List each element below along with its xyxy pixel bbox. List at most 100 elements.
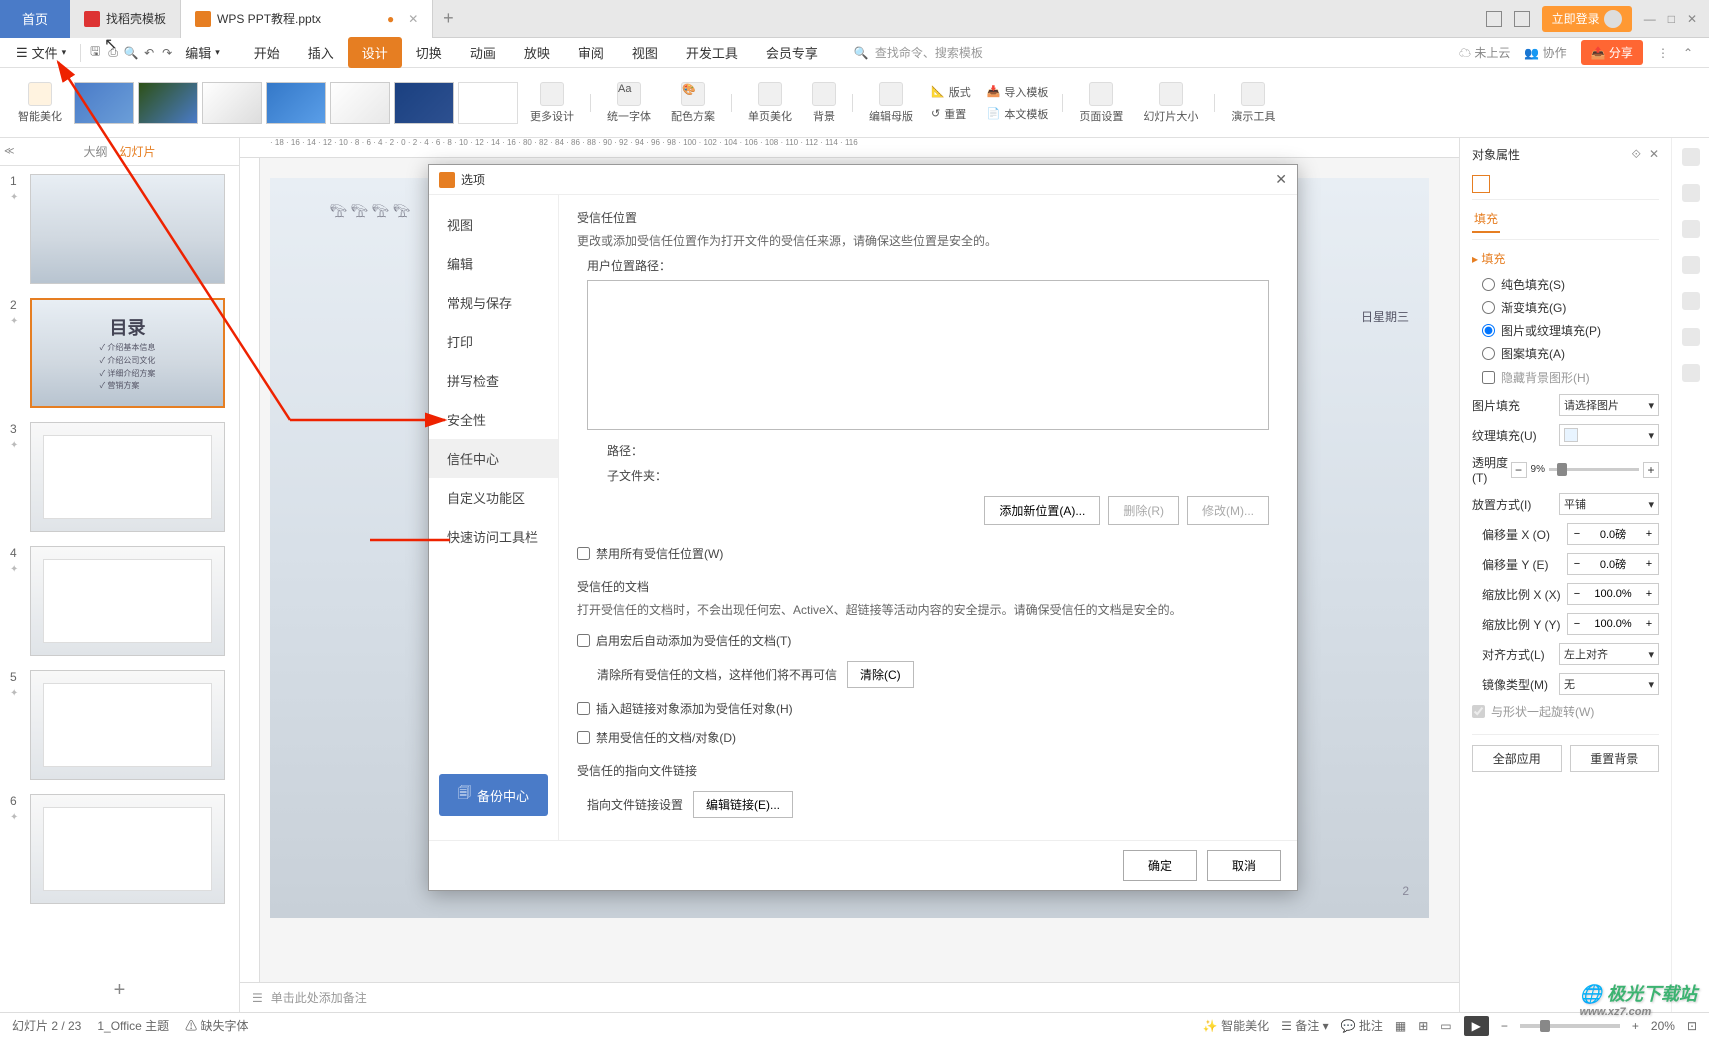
pin-icon[interactable]: ⟐ [1631,147,1640,161]
reset-bg-button[interactable]: 重置背景 [1570,745,1660,772]
dialog-close-icon[interactable]: ✕ [1275,171,1287,188]
panel-collapse-icon[interactable]: ≪ [4,146,14,157]
modify-location-button[interactable]: 修改(M)... [1187,496,1269,525]
tab-template[interactable]: 找稻壳模板 [70,0,181,38]
clear-trusted-button[interactable]: 清除(C) [847,661,914,688]
slide-thumb-3[interactable] [30,422,225,532]
slide-item-2[interactable]: 2✦ 目录 ✓ 介绍基本信息 ✓ 介绍公司文化 ✓ 详细介绍方案 ✓ 营销方案 [10,298,229,408]
slide-thumb-6[interactable] [30,794,225,904]
sidebar-item-general[interactable]: 常规与保存 [429,283,558,322]
tab-home[interactable]: 首页 [0,0,70,38]
decrease-icon[interactable]: − [1511,462,1527,478]
template-thumb-2[interactable] [138,82,198,124]
sidebar-item-spell[interactable]: 拼写检查 [429,361,558,400]
tool-icon-3[interactable] [1682,220,1700,238]
template-thumb-5[interactable] [330,82,390,124]
tab-document[interactable]: WPS PPT教程.pptx ● ✕ [181,0,433,38]
background-button[interactable]: 背景 [804,82,844,124]
smart-beautify-status[interactable]: ✨ 智能美化 [1203,1017,1269,1034]
presenter-tools-button[interactable]: 演示工具 [1223,82,1283,124]
scale-x-spinner[interactable]: −+ [1567,583,1659,605]
command-search[interactable]: 🔍 查找命令、搜索模板 [854,44,983,61]
picture-fill-select[interactable]: 请选择图片▾ [1559,394,1659,416]
place-mode-select[interactable]: 平铺▾ [1559,493,1659,515]
login-button[interactable]: 立即登录 [1542,6,1632,32]
missing-font-warning[interactable]: ⚠ 缺失字体 [185,1017,248,1034]
notes-toggle[interactable]: ☰ 备注 ▾ [1281,1017,1328,1034]
zoom-slider[interactable] [1520,1024,1620,1028]
slide-item-1[interactable]: 1✦ [10,174,229,284]
ribbon-tab-transition[interactable]: 切换 [402,37,456,68]
more-icon[interactable]: ⋮ [1657,46,1669,60]
collapse-ribbon-icon[interactable]: ⌃ [1683,46,1693,60]
mirror-select[interactable]: 无▾ [1559,673,1659,695]
trusted-locations-list[interactable] [587,280,1269,430]
redo-icon[interactable]: ↷ [159,45,175,61]
tool-icon-4[interactable] [1682,256,1700,274]
sidebar-item-qat[interactable]: 快速访问工具栏 [429,517,558,556]
ribbon-tab-review[interactable]: 审阅 [564,37,618,68]
close-panel-icon[interactable]: ✕ [1649,147,1659,161]
ribbon-tab-start[interactable]: 开始 [240,37,294,68]
window-layout-icon[interactable] [1486,11,1502,27]
tool-icon-2[interactable] [1682,184,1700,202]
slide-item-6[interactable]: 6✦ [10,794,229,904]
ribbon-tab-slideshow[interactable]: 放映 [510,37,564,68]
slide-item-3[interactable]: 3✦ [10,422,229,532]
file-menu[interactable]: ☰ 文件 ▾ [8,39,74,66]
window-close-icon[interactable]: ✕ [1687,12,1697,26]
ribbon-tab-member[interactable]: 会员专享 [752,37,832,68]
offset-y-spinner[interactable]: −+ [1567,553,1659,575]
tool-icon-7[interactable] [1682,364,1700,382]
single-page-button[interactable]: 单页美化 [740,82,800,124]
ribbon-tab-view[interactable]: 视图 [618,37,672,68]
template-thumb-7[interactable] [458,82,518,124]
window-minimize-icon[interactable]: — [1644,12,1656,26]
comments-toggle[interactable]: 💬 批注 [1341,1017,1383,1034]
ribbon-tab-design[interactable]: 设计 [348,37,402,68]
reset-button[interactable]: ↺ 重置 [925,104,977,124]
slide-item-4[interactable]: 4✦ [10,546,229,656]
slide-thumb-1[interactable] [30,174,225,284]
cancel-button[interactable]: 取消 [1207,850,1281,881]
slide-thumb-5[interactable] [30,670,225,780]
undo-icon[interactable]: ↶ [141,45,157,61]
add-location-button[interactable]: 添加新位置(A)... [984,496,1100,525]
sidebar-item-view[interactable]: 视图 [429,205,558,244]
sidebar-item-edit[interactable]: 编辑 [429,244,558,283]
slide-item-5[interactable]: 5✦ [10,670,229,780]
tool-icon-5[interactable] [1682,292,1700,310]
import-template-button[interactable]: 📥 导入模板 [981,82,1055,102]
increase-icon[interactable]: + [1643,462,1659,478]
edit-master-button[interactable]: 编辑母版 [861,82,921,124]
layout-button[interactable]: 📐 版式 [925,82,977,102]
sidebar-item-trust[interactable]: 信任中心 [429,439,558,478]
radio-pattern-fill[interactable]: 图案填充(A) [1482,342,1659,365]
template-thumb-1[interactable] [74,82,134,124]
ribbon-tab-insert[interactable]: 插入 [294,37,348,68]
transparency-slider[interactable] [1549,468,1639,471]
unify-font-button[interactable]: Aa 统一字体 [599,82,659,124]
check-rotate-with-shape[interactable]: 与形状一起旋转(W) [1472,699,1659,724]
radio-solid-fill[interactable]: 纯色填充(S) [1482,273,1659,296]
radio-gradient-fill[interactable]: 渐变填充(G) [1482,296,1659,319]
color-scheme-button[interactable]: 🎨 配色方案 [663,82,723,124]
edit-dropdown[interactable]: 编辑 ▾ [177,39,228,66]
slide-thumb-2[interactable]: 目录 ✓ 介绍基本信息 ✓ 介绍公司文化 ✓ 详细介绍方案 ✓ 营销方案 [30,298,225,408]
new-tab-button[interactable]: + [433,8,463,29]
ribbon-tab-devtools[interactable]: 开发工具 [672,37,752,68]
edit-link-button[interactable]: 编辑链接(E)... [693,791,793,818]
zoom-out-icon[interactable]: − [1501,1019,1508,1033]
zoom-in-icon[interactable]: + [1632,1019,1639,1033]
check-disable-trusted[interactable]: 禁用所有受信任位置(W) [577,539,1279,568]
print-preview-icon[interactable]: 🔍 [123,45,139,61]
slide-thumb-4[interactable] [30,546,225,656]
check-hide-bg[interactable]: 隐藏背景图形(H) [1482,365,1659,390]
ribbon-tab-animation[interactable]: 动画 [456,37,510,68]
zoom-value[interactable]: 20% [1651,1019,1675,1033]
window-maximize-icon[interactable]: □ [1668,12,1675,26]
texture-fill-select[interactable]: ▾ [1559,424,1659,446]
radio-picture-fill[interactable]: 图片或纹理填充(P) [1482,319,1659,342]
page-setup-button[interactable]: 页面设置 [1071,82,1131,124]
tab-close-icon[interactable]: ✕ [408,12,418,26]
